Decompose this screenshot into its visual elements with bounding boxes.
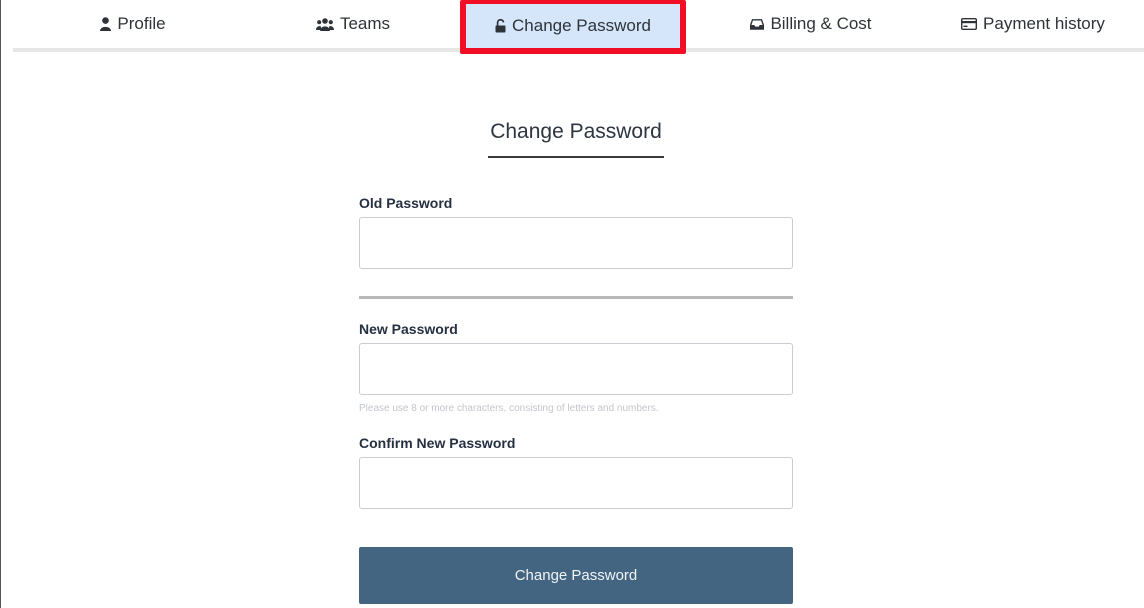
unlock-icon (495, 19, 506, 33)
tab-change-password[interactable]: Change Password (460, 0, 686, 54)
section-divider (359, 296, 793, 299)
tab-change-password-label: Change Password (512, 16, 651, 35)
tab-teams[interactable]: Teams (293, 0, 413, 48)
tab-billing[interactable]: Billing & Cost (731, 0, 891, 48)
tab-bar: Profile Teams Change Password Billing & … (13, 0, 1144, 54)
tab-profile[interactable]: Profile (73, 0, 193, 48)
tab-payment-history[interactable]: Payment history (953, 0, 1113, 48)
tab-profile-label: Profile (117, 14, 166, 33)
credit-card-icon (961, 18, 978, 30)
tab-payment-history-label: Payment history (983, 14, 1105, 33)
old-password-input[interactable] (359, 217, 793, 269)
title-underline (488, 156, 664, 158)
confirm-password-input[interactable] (359, 457, 793, 509)
form-title: Change Password (490, 120, 662, 143)
page-frame: Profile Teams Change Password Billing & … (0, 0, 1144, 608)
tab-teams-label: Teams (339, 14, 391, 33)
old-password-label: Old Password (359, 195, 453, 211)
password-hint: Please use 8 or more characters, consist… (359, 403, 659, 414)
inbox-icon (750, 18, 765, 30)
change-password-button[interactable]: Change Password (359, 547, 793, 604)
new-password-input[interactable] (359, 343, 793, 395)
new-password-label: New Password (359, 321, 458, 337)
user-icon (100, 17, 112, 31)
confirm-password-label: Confirm New Password (359, 435, 516, 451)
users-icon (315, 17, 334, 31)
tab-billing-label: Billing & Cost (770, 14, 872, 33)
